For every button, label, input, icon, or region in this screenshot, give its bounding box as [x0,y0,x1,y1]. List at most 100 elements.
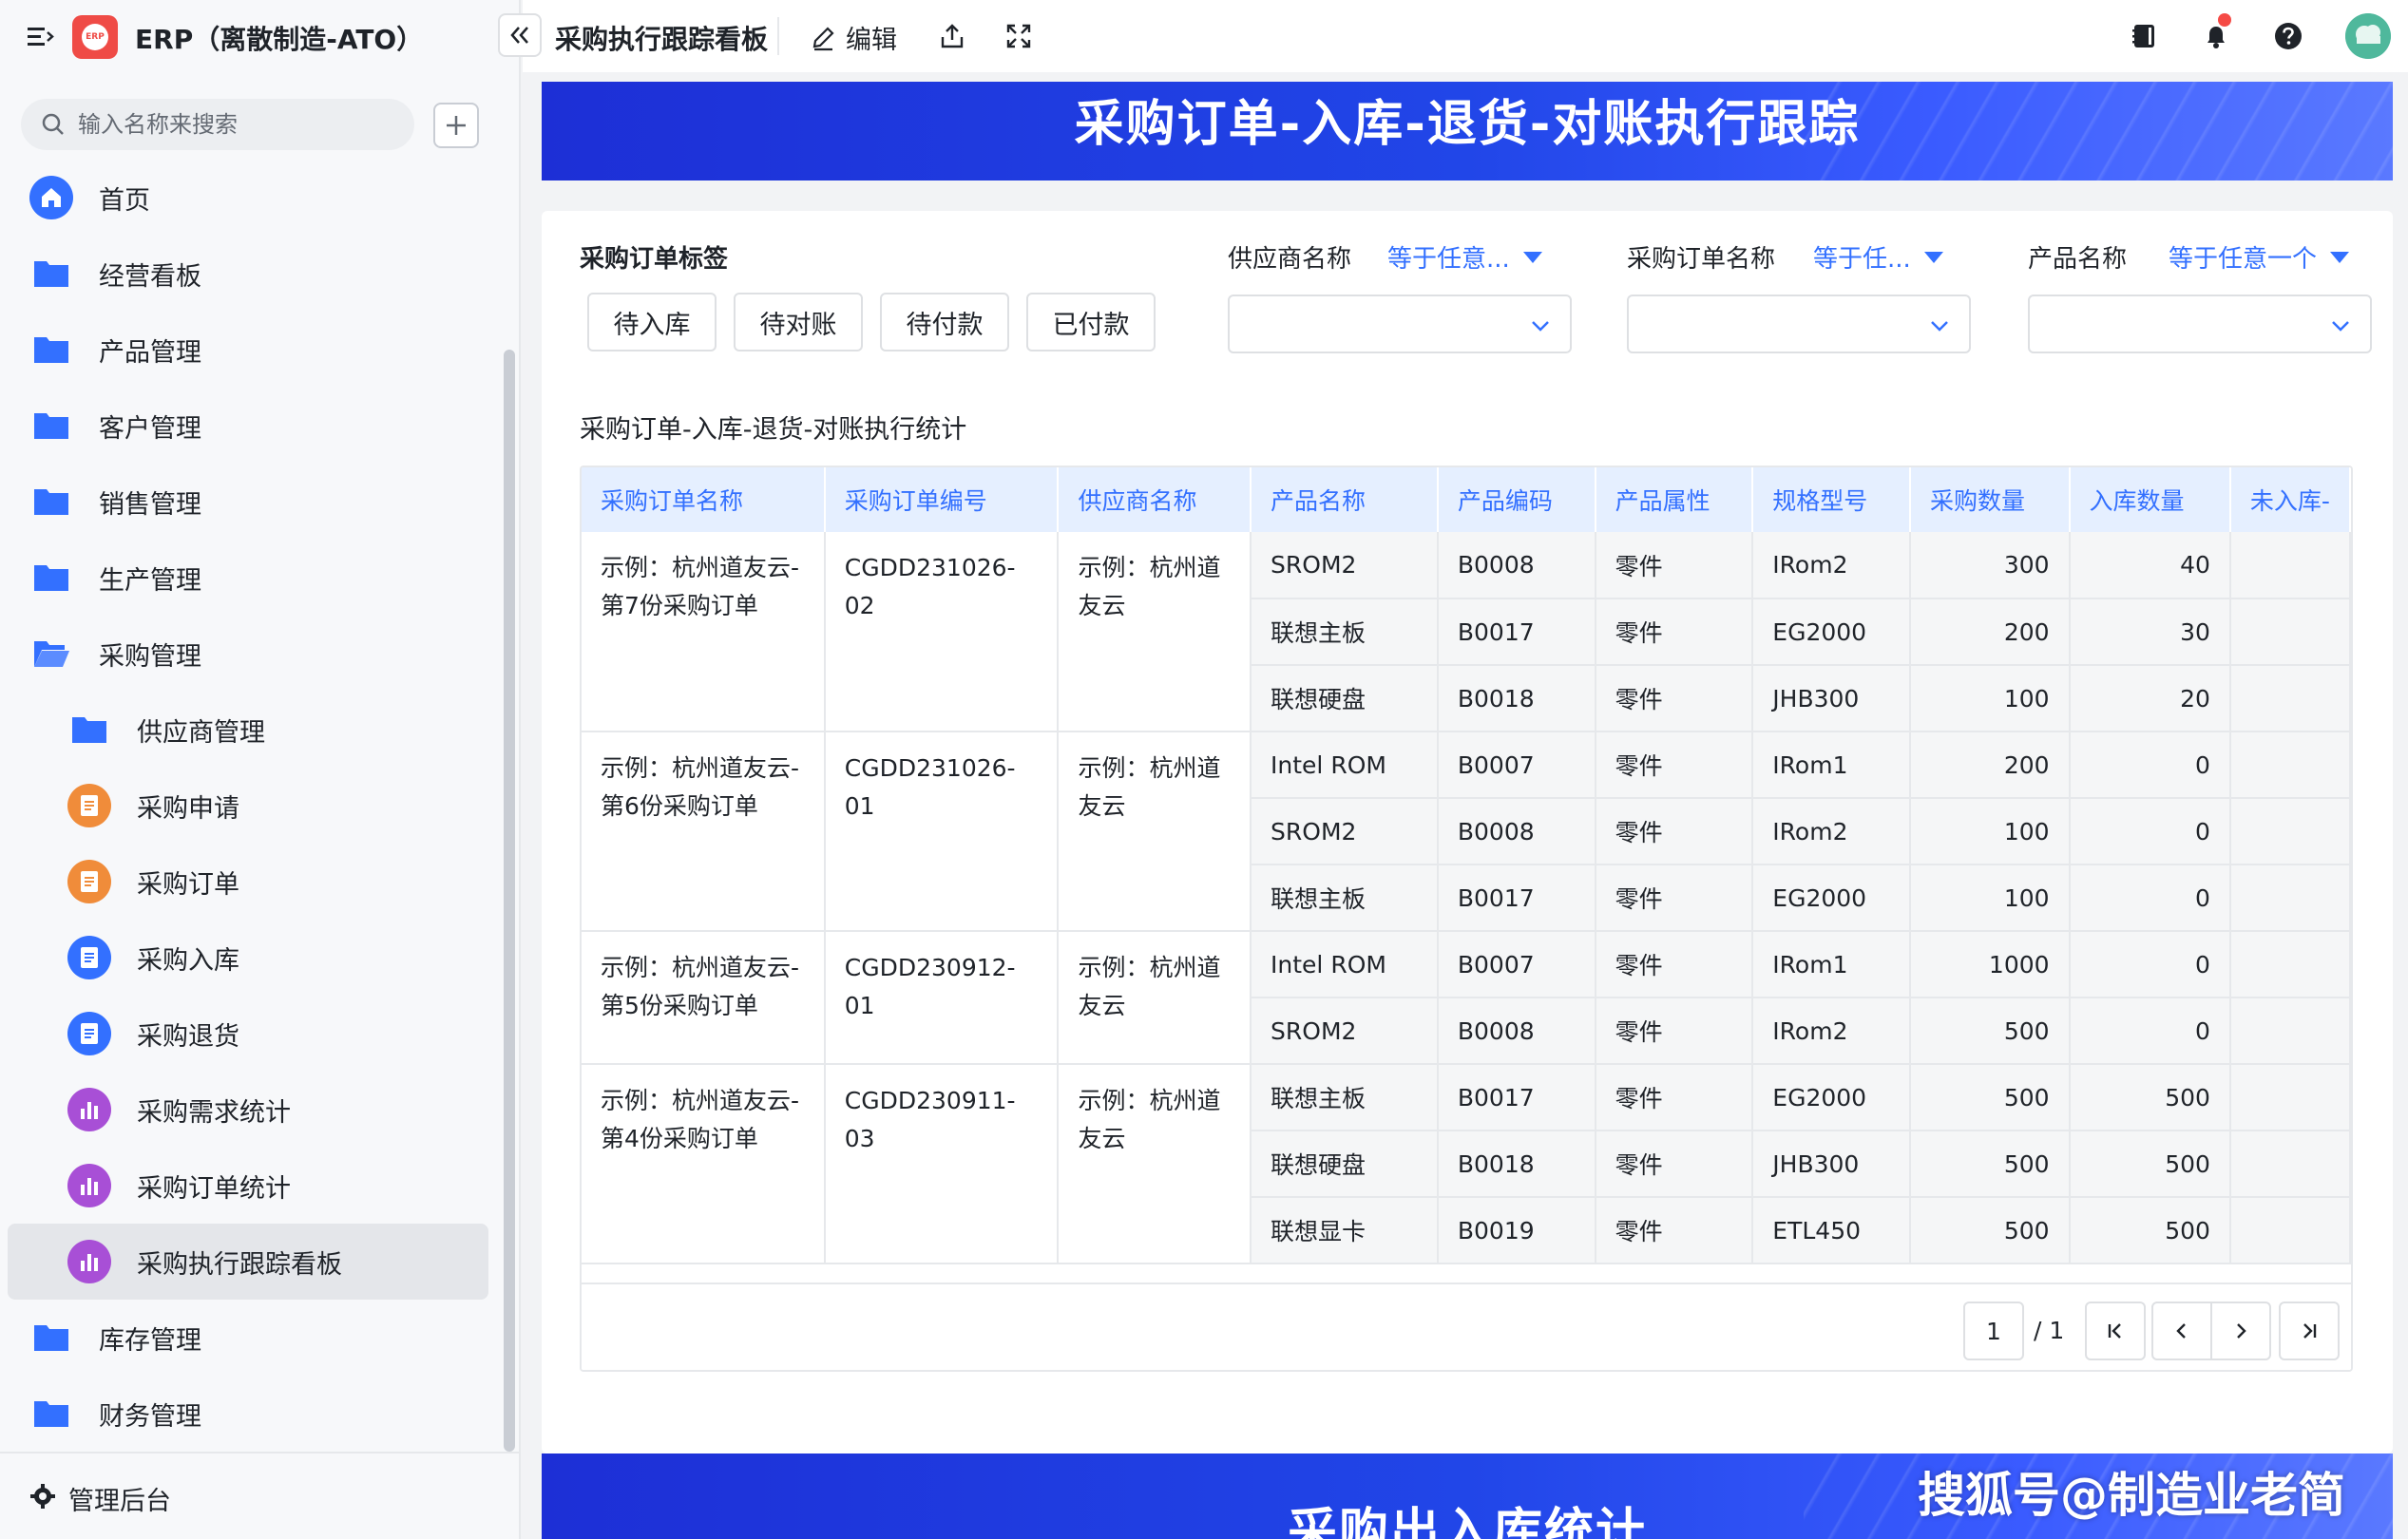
cell-product: 联想显卡 [1251,1197,1439,1264]
table-row[interactable]: 示例：杭州道友云-第5份采购订单 CGDD230912-01 示例：杭州道友云 Int… [582,931,2351,1065]
sidebar-header: ERP ERP（离散制造-ATO） [0,0,521,72]
column-header[interactable]: 规格型号 [1752,467,1912,532]
table-row[interactable]: 示例：杭州道友云-第6份采购订单 CGDD231026-01 示例：杭州道友云 Int… [582,732,2351,932]
avatar[interactable] [2345,13,2391,59]
supplier-operator-dropdown[interactable]: 等于任意... [1387,239,1542,275]
sidebar-item-products[interactable]: 产品管理 [0,312,521,388]
cell-in: 0 [2069,798,2231,865]
notebook-button[interactable] [2125,17,2163,55]
search-box [21,99,414,150]
table-header-row: 采购订单名称 采购订单编号 供应商名称 产品名称 产品编码 产品属性 规格型号 … [582,467,2351,532]
product-select[interactable] [2028,294,2372,353]
search-input[interactable] [78,111,392,138]
cell-supplier: 示例：杭州道友云 [1058,532,1252,732]
add-button[interactable] [433,103,479,148]
sidebar-item-label: 采购退货 [137,1021,239,1052]
menu-icon[interactable] [25,21,55,51]
home-icon [29,175,74,220]
cell-in: 500 [2069,1197,2231,1264]
cell-qty: 100 [1910,798,2071,865]
sidebar-item-production[interactable]: 生产管理 [0,540,521,616]
collapse-sidebar-button[interactable] [498,13,542,57]
sidebar-item-customers[interactable]: 客户管理 [0,388,521,464]
user-avatar-icon [2345,13,2391,59]
sidebar-item-purchase-return[interactable]: 采购退货 [0,996,521,1072]
cell-qty: 200 [1910,598,2071,666]
tag-button-pending-inbound[interactable]: 待入库 [587,293,717,352]
cell-code: B0017 [1437,864,1596,932]
sidebar-item-home[interactable]: 首页 [0,160,521,236]
edit-button[interactable]: 编辑 [810,19,897,56]
cell-code: B0017 [1437,598,1596,666]
column-header[interactable]: 采购订单编号 [824,467,1060,532]
form-icon [67,859,112,904]
sidebar-item-sales[interactable]: 销售管理 [0,464,521,540]
sidebar-item-purchasing[interactable]: 采购管理 [0,616,521,692]
last-page-button[interactable] [2279,1302,2340,1360]
plus-icon [447,116,466,135]
cell-qty: 100 [1910,665,2071,732]
cell-qty: 500 [1910,1130,2071,1198]
help-button[interactable] [2269,17,2307,55]
column-header[interactable]: 未入库- [2229,467,2351,532]
sidebar-footer[interactable]: 管理后台 [0,1452,521,1539]
column-header[interactable]: 产品编码 [1437,467,1596,532]
sidebar-item-tracking-board[interactable]: 采购执行跟踪看板 [8,1224,488,1300]
cell-attr: 零件 [1595,798,1754,865]
column-header[interactable]: 产品属性 [1595,467,1754,532]
order-select[interactable] [1627,294,1971,353]
tag-button-pending-payment[interactable]: 待付款 [880,293,1009,352]
sidebar-scrollbar[interactable] [504,350,515,1452]
sidebar-item-purchase-inbound[interactable]: 采购入库 [0,920,521,996]
cell-code: B0008 [1437,532,1596,599]
sidebar-item-label: 采购需求统计 [137,1097,291,1128]
cell-qty: 1000 [1910,931,2071,998]
column-header[interactable]: 采购订单名称 [582,467,826,532]
sidebar-item-inventory[interactable]: 库存管理 [0,1300,521,1376]
sidebar-item-dashboard[interactable]: 经营看板 [0,236,521,312]
next-page-button[interactable] [2210,1302,2271,1360]
sidebar-item-purchase-request[interactable]: 采购申请 [0,768,521,844]
sidebar-item-demand-stats[interactable]: 采购需求统计 [0,1072,521,1148]
sidebar-item-label: 采购管理 [99,641,201,672]
column-header[interactable]: 入库数量 [2069,467,2231,532]
cell-not-inbound [2229,1197,2351,1264]
cell-spec: JHB300 [1752,1130,1912,1198]
page-number-input[interactable]: 1 [1963,1302,2024,1360]
order-operator-dropdown[interactable]: 等于任... [1813,239,1943,275]
sidebar-item-order-stats[interactable]: 采购订单统计 [0,1148,521,1224]
cell-qty: 500 [1910,1064,2071,1131]
column-header[interactable]: 采购数量 [1910,467,2071,532]
sidebar-item-purchase-order[interactable]: 采购订单 [0,844,521,920]
table-body: 示例：杭州道友云-第7份采购订单 CGDD231026-02 示例：杭州道友云 SRO… [582,532,2351,1264]
sidebar-item-finance[interactable]: 财务管理 [0,1376,521,1452]
table-row[interactable]: 示例：杭州道友云-第7份采购订单 CGDD231026-02 示例：杭州道友云 SRO… [582,532,2351,732]
cell-spec: IRom2 [1752,998,1912,1065]
first-page-button[interactable] [2085,1302,2146,1360]
sidebar-item-suppliers[interactable]: 供应商管理 [0,692,521,768]
cell-product: SROM2 [1251,798,1439,865]
column-header[interactable]: 供应商名称 [1058,467,1252,532]
product-operator-dropdown[interactable]: 等于任意一个 [2169,239,2350,275]
previous-page-button[interactable] [2151,1302,2212,1360]
product-filter-label: 产品名称 [2028,245,2128,274]
sidebar-item-label: 供应商管理 [137,717,265,748]
cell-attr: 零件 [1595,931,1754,998]
tag-button-pending-reconcile[interactable]: 待对账 [734,293,863,352]
column-header[interactable]: 产品名称 [1251,467,1439,532]
supplier-select[interactable] [1228,294,1572,353]
share-button[interactable] [933,17,971,55]
cell-not-inbound [2229,665,2351,732]
product-operator-value: 等于任意一个 [2169,245,2318,274]
order-filter-label: 采购订单名称 [1627,245,1776,274]
cell-attr: 零件 [1595,532,1754,599]
cell-in: 500 [2069,1064,2231,1131]
cell-code: B0008 [1437,798,1596,865]
table-row[interactable]: 示例：杭州道友云-第4份采购订单 CGDD230911-03 示例：杭州道友云 联想主… [582,1064,2351,1264]
main-content: 采购订单-入库-退货-对账执行跟踪 采购订单标签 待入库 待对账 待付款 已付款… [523,72,2408,1539]
tag-button-paid[interactable]: 已付款 [1026,293,1156,352]
sidebar-nav: 首页 经营看板 产品管理 客户管理 销售管理 生产管理 采购管理 供应商管理 采… [0,160,521,1452]
caret-down-icon [1923,251,1943,263]
app-logo: ERP [72,15,118,59]
fullscreen-button[interactable] [1000,17,1038,55]
